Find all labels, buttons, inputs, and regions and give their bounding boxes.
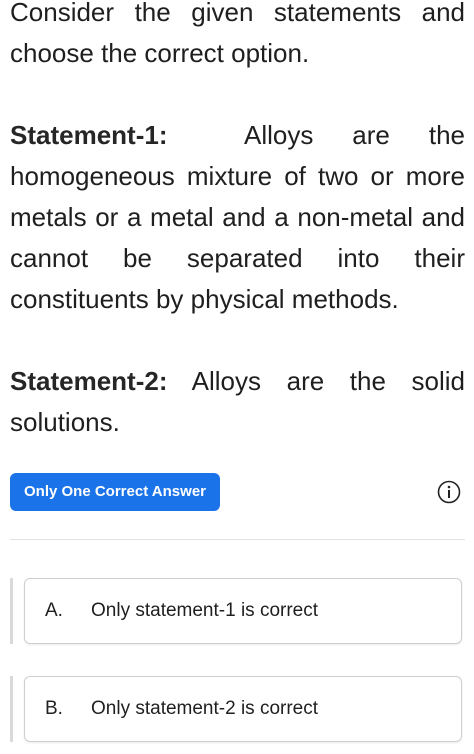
answer-type-row: Only One Correct Answer bbox=[10, 473, 465, 513]
option-b-letter: B. bbox=[45, 698, 63, 719]
answer-type-badge: Only One Correct Answer bbox=[10, 473, 220, 511]
section-divider bbox=[10, 539, 465, 540]
option-b-indicator bbox=[10, 676, 13, 742]
question-intro: Consider the given statements and choose… bbox=[10, 0, 465, 68]
option-a[interactable]: A. Only statement-1 is correct bbox=[10, 578, 462, 644]
option-b[interactable]: B. Only statement-2 is correct bbox=[10, 676, 462, 742]
option-b-text: Only statement-2 is correct bbox=[91, 698, 319, 719]
option-a-text: Only statement-1 is correct bbox=[91, 600, 319, 621]
option-a-card[interactable]: A. Only statement-1 is correct bbox=[24, 578, 462, 644]
info-circle-icon[interactable] bbox=[437, 480, 461, 504]
question-text: Consider the given statements and choose… bbox=[10, 0, 465, 443]
statement-2: Statement-2: Alloys are the solid soluti… bbox=[10, 361, 465, 443]
option-a-indicator bbox=[10, 578, 13, 644]
option-b-card[interactable]: B. Only statement-2 is correct bbox=[24, 676, 462, 742]
statement-2-label: Statement-2: bbox=[10, 366, 168, 396]
option-a-letter: A. bbox=[45, 600, 63, 621]
statement-1: Statement-1: Alloys are the homogeneous … bbox=[10, 115, 465, 320]
statement-1-label: Statement-1: bbox=[10, 120, 168, 150]
